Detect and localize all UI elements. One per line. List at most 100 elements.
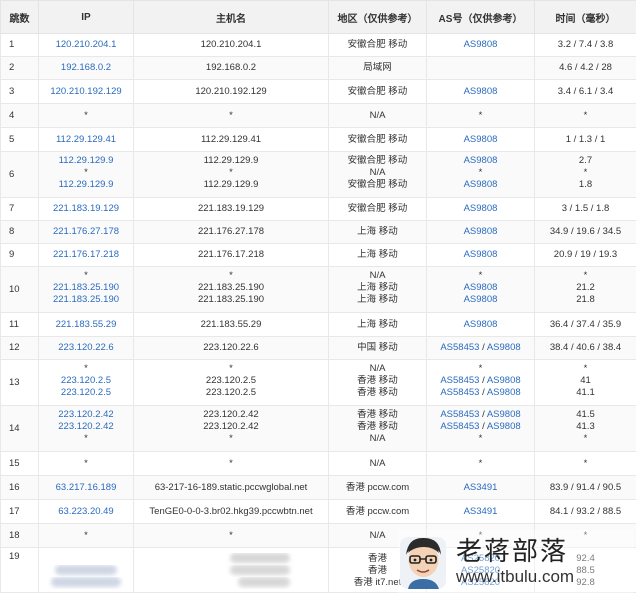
ip-link[interactable]: 120.210.204.1 xyxy=(41,39,131,51)
host-cell: 112.29.129.9 * 112.29.129.9 xyxy=(133,151,329,198)
as-link[interactable]: AS58453 xyxy=(440,342,479,353)
region-text: 上海 移动 xyxy=(357,226,398,237)
as-cell: AS9808 xyxy=(426,33,535,57)
table-row: 7 221.183.19.129 221.183.19.129 安徽合肥 移动 AS98… xyxy=(0,197,636,221)
time-cell: 84.1 / 93.2 / 88.5 xyxy=(534,499,636,524)
host-text: * xyxy=(229,270,233,281)
ip-link[interactable]: 223.120.2.42 xyxy=(41,409,131,421)
as-link[interactable]: AS58453 xyxy=(440,421,479,432)
ip-cell: 223.120.22.6 xyxy=(38,336,134,360)
as-link[interactable]: AS9808 xyxy=(487,387,521,398)
ip-link[interactable]: 120.210.192.129 xyxy=(41,86,131,98)
time-text: * xyxy=(583,270,588,281)
as-link[interactable]: AS9808 xyxy=(487,375,521,386)
ip-cell xyxy=(38,547,134,593)
table-row: 14 223.120.2.42 223.120.2.42 * 223.120.2.42 2… xyxy=(0,405,636,452)
time-text: 41.1 xyxy=(576,387,595,398)
region-text: N/A xyxy=(369,457,386,469)
as-cell: * AS9808 AS9808 xyxy=(426,266,535,313)
as-link-pair: AS58453 / AS9808 xyxy=(429,342,532,354)
hop-cell: 8 xyxy=(0,220,39,244)
hop-cell: 4 xyxy=(0,103,39,128)
time-cell: 36.4 / 37.4 / 35.9 xyxy=(534,312,636,337)
ip-link[interactable]: 112.29.129.9 xyxy=(41,155,131,167)
region-text: 上海 移动 xyxy=(357,282,398,293)
ip-link[interactable]: 221.183.55.29 xyxy=(41,319,131,331)
host-text: 63-217-16-189.static.pccwglobal.net xyxy=(154,481,308,493)
ip-link[interactable]: 221.176.17.218 xyxy=(41,249,131,261)
region-cell: N/A 香港 移动 香港 移动 xyxy=(328,359,427,406)
region-text: N/A xyxy=(369,167,386,178)
region-cell: 安徽合肥 移动 xyxy=(328,197,427,221)
ip-text: * xyxy=(84,363,88,374)
host-cell: * 223.120.2.5 223.120.2.5 xyxy=(133,359,329,406)
hop-cell: 16 xyxy=(0,475,39,500)
as-link[interactable]: AS9808 xyxy=(429,282,532,294)
ip-link[interactable]: 223.120.22.6 xyxy=(41,342,131,354)
region-text: 香港 移动 xyxy=(357,375,398,386)
as-text: * xyxy=(478,167,483,178)
ip-link[interactable]: 223.120.2.5 xyxy=(41,387,131,399)
as-link[interactable]: AS9808 xyxy=(429,203,532,215)
ip-link[interactable]: 221.183.25.190 xyxy=(41,282,131,294)
ip-link[interactable]: 223.120.2.5 xyxy=(41,375,131,387)
as-link[interactable]: AS9808 xyxy=(429,294,532,306)
ip-text: * xyxy=(84,167,88,178)
host-cell: 223.120.22.6 xyxy=(133,336,329,360)
time-cell: * xyxy=(534,451,636,476)
as-link[interactable]: AS3491 xyxy=(429,482,532,494)
redacted-text xyxy=(41,577,131,589)
as-text: * xyxy=(478,109,483,121)
hop-cell: 13 xyxy=(0,359,39,406)
region-text: 中国 移动 xyxy=(357,342,398,353)
host-cell: 221.176.17.218 xyxy=(133,243,329,267)
table-row: 9 221.176.17.218 221.176.17.218 上海 移动 AS9808… xyxy=(0,243,636,267)
ip-cell: 223.120.2.42 223.120.2.42 * xyxy=(38,405,134,452)
as-cell: AS9808 xyxy=(426,220,535,244)
as-link[interactable]: AS9808 xyxy=(487,421,521,432)
as-link[interactable]: AS9808 xyxy=(487,342,521,353)
ip-link[interactable]: 192.168.0.2 xyxy=(41,62,131,74)
hop-cell: 9 xyxy=(0,243,39,267)
as-link[interactable]: AS9808 xyxy=(487,409,521,420)
as-link[interactable]: AS58453 xyxy=(440,387,479,398)
ip-link[interactable]: 112.29.129.9 xyxy=(41,179,131,191)
as-link[interactable]: AS9808 xyxy=(429,179,532,191)
as-link[interactable]: AS9808 xyxy=(429,39,532,51)
ip-link[interactable]: 221.183.25.190 xyxy=(41,294,131,306)
host-text: 221.183.55.29 xyxy=(200,318,262,330)
ip-link[interactable]: 112.29.129.41 xyxy=(41,134,131,146)
as-link[interactable]: AS9808 xyxy=(429,319,532,331)
region-text: 香港 pccw.com xyxy=(345,505,410,517)
as-link[interactable]: AS58453 xyxy=(440,409,479,420)
ip-cell: 221.176.17.218 xyxy=(38,243,134,267)
region-text: 安徽合肥 移动 xyxy=(347,179,408,190)
host-cell: 192.168.0.2 xyxy=(133,56,329,80)
table-row: 5 112.29.129.41 112.29.129.41 安徽合肥 移动 AS9808… xyxy=(0,127,636,152)
as-link-pair: AS58453 / AS9808 xyxy=(429,387,532,399)
table-row: 4 * * N/A * * xyxy=(0,103,636,128)
ip-link[interactable]: 63.223.20.49 xyxy=(41,506,131,518)
ip-cell: 221.183.55.29 xyxy=(38,312,134,337)
as-link[interactable]: AS9808 xyxy=(429,226,532,238)
as-separator: / xyxy=(479,421,487,432)
as-link[interactable]: AS9808 xyxy=(429,249,532,261)
time-cell: 38.4 / 40.6 / 38.4 xyxy=(534,336,636,360)
as-link[interactable]: AS9808 xyxy=(429,86,532,98)
region-text: 上海 移动 xyxy=(357,294,398,305)
as-link[interactable]: AS58453 xyxy=(440,375,479,386)
as-link[interactable]: AS9808 xyxy=(429,155,532,167)
as-text: * xyxy=(478,457,483,469)
ip-link[interactable]: 221.176.27.178 xyxy=(41,226,131,238)
region-cell: 局域网 xyxy=(328,56,427,80)
time-text: 36.4 / 37.4 / 35.9 xyxy=(549,318,622,330)
ip-link[interactable]: 223.120.2.42 xyxy=(41,421,131,433)
hop-cell: 11 xyxy=(0,312,39,337)
host-text: 221.183.25.190 xyxy=(197,294,265,305)
table-row: 2 192.168.0.2 192.168.0.2 局域网 4.6 / 4.2 / 2… xyxy=(0,56,636,80)
as-link[interactable]: AS9808 xyxy=(429,134,532,146)
as-link[interactable]: AS3491 xyxy=(429,506,532,518)
region-cell: N/A xyxy=(328,451,427,476)
ip-link[interactable]: 63.217.16.189 xyxy=(41,482,131,494)
ip-link[interactable]: 221.183.19.129 xyxy=(41,203,131,215)
